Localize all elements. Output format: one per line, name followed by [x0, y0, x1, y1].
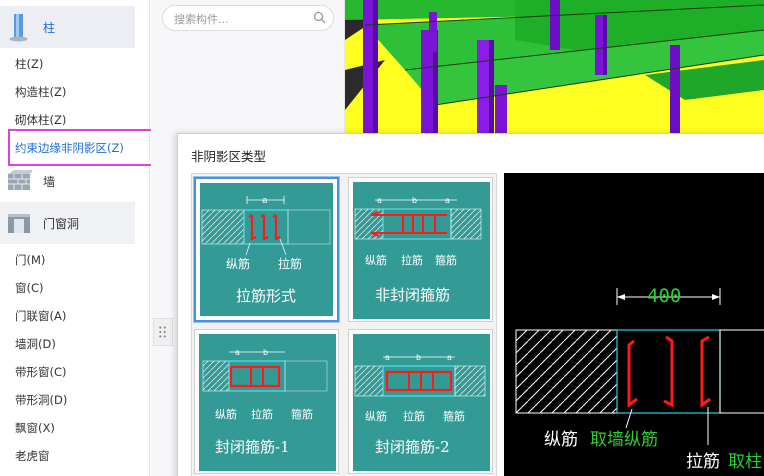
sidebar-item-strip-opening[interactable]: 带形洞(D)	[15, 392, 67, 408]
column-icon	[9, 14, 28, 42]
sidebar-item-strip-window[interactable]: 带形窗(C)	[15, 364, 67, 380]
type-options-grid: a 纵筋 拉筋 拉筋形式 a b a 纵筋 拉筋 箍筋 非封闭箍筋 a b 纵筋…	[191, 173, 497, 476]
search-icon[interactable]	[313, 11, 326, 24]
category-column[interactable]: 柱	[0, 6, 135, 48]
label-longitudinal-bar: 纵筋	[365, 253, 387, 267]
sidebar-item-construction-column[interactable]: 构造柱(Z)	[15, 84, 66, 100]
label-tie-bar: 拉筋	[251, 407, 273, 421]
preview-label-column-bar: 取柱	[728, 452, 762, 472]
dim-a-right: a	[445, 196, 450, 205]
label-tie-bar: 拉筋	[403, 409, 425, 423]
label-tie-bar: 拉筋	[401, 253, 423, 267]
category-label: 柱	[43, 20, 56, 35]
closed-stirrup-1-diagram: a b 纵筋 拉筋 箍筋 封闭箍筋-1	[199, 334, 336, 471]
option-closed-stirrup-2[interactable]: a b a 纵筋 拉筋 箍筋 封闭箍筋-2	[348, 329, 493, 474]
preview-panel: 400 纵筋 取墙纵筋 拉筋 取柱	[504, 173, 764, 476]
dim-a-right: a	[447, 353, 452, 362]
dim-b: b	[263, 348, 268, 357]
option-closed-stirrup-1[interactable]: a b 纵筋 拉筋 箍筋 封闭箍筋-1	[194, 329, 339, 474]
closed-stirrup-2-diagram: a b a 纵筋 拉筋 箍筋 封闭箍筋-2	[353, 334, 490, 471]
label-longitudinal-bar: 纵筋	[365, 409, 387, 423]
category-label: 墙	[43, 174, 56, 189]
tie-bar-diagram: a 纵筋 拉筋 拉筋形式	[200, 183, 333, 316]
sidebar-item-door-window[interactable]: 门联窗(A)	[15, 308, 66, 324]
label-tie-bar: 拉筋	[278, 256, 302, 271]
category-door-window[interactable]: 门窗洞	[0, 202, 135, 244]
option-caption: 封闭箍筋-1	[215, 438, 290, 456]
category-wall[interactable]: 墙	[0, 160, 135, 202]
sidebar-item-column[interactable]: 柱(Z)	[15, 56, 43, 72]
sidebar-item-dormer-window[interactable]: 老虎窗	[15, 448, 50, 464]
option-caption: 拉筋形式	[236, 287, 296, 305]
preview-label-longitudinal: 纵筋	[544, 430, 578, 450]
3d-model-scene	[345, 0, 764, 134]
search-placeholder: 搜索构件...	[174, 13, 229, 26]
option-tie-bar-form[interactable]: a 纵筋 拉筋 拉筋形式	[194, 177, 339, 322]
label-stirrup: 箍筋	[291, 407, 313, 421]
svg-text:a: a	[262, 196, 268, 206]
component-sidebar: 柱 柱(Z) 构造柱(Z) 砌体柱(Z) 约束边缘非阴影区(Z) 墙 门窗洞 门…	[0, 0, 153, 476]
app-window: 柱 柱(Z) 构造柱(Z) 砌体柱(Z) 约束边缘非阴影区(Z) 墙 门窗洞 门…	[0, 0, 764, 476]
dim-a-left: a	[377, 196, 382, 205]
label-stirrup: 箍筋	[443, 409, 465, 423]
door-window-icon	[8, 214, 30, 233]
search-input[interactable]: 搜索构件...	[162, 5, 334, 31]
drag-handle-icon[interactable]	[153, 318, 173, 346]
wall-icon	[8, 170, 32, 190]
dialog-title: 非阴影区类型	[191, 149, 267, 164]
option-open-stirrup[interactable]: a b a 纵筋 拉筋 箍筋 非封闭箍筋	[348, 177, 493, 322]
preview-label-wall-bar: 取墙纵筋	[590, 430, 658, 450]
sidebar-item-bay-window[interactable]: 飘窗(X)	[15, 420, 55, 436]
label-stirrup: 箍筋	[435, 253, 457, 267]
category-label: 门窗洞	[43, 216, 80, 231]
non-shadow-type-dialog: 非阴影区类型 a 纵筋 拉筋 拉筋形式 a b a 纵筋 拉筋 箍筋 非封闭箍筋…	[177, 133, 764, 476]
option-caption: 非封闭箍筋	[375, 286, 450, 304]
dim-a: a	[235, 348, 240, 357]
preview-label-tie: 拉筋	[686, 452, 720, 472]
preview-dimension: 400	[647, 285, 682, 307]
sidebar-item-door[interactable]: 门(M)	[15, 252, 45, 268]
option-caption: 封闭箍筋-2	[375, 438, 450, 456]
label-longitudinal-bar: 纵筋	[215, 407, 237, 421]
dim-b: b	[416, 353, 421, 362]
sidebar-item-wall-opening[interactable]: 墙洞(D)	[15, 336, 56, 352]
dim-b: b	[412, 196, 417, 205]
sidebar-item-window[interactable]: 窗(C)	[15, 280, 44, 296]
label-longitudinal-bar: 纵筋	[226, 256, 250, 271]
sidebar-item-masonry-column[interactable]: 砌体柱(Z)	[15, 112, 66, 128]
dim-a-left: a	[385, 353, 390, 362]
open-stirrup-diagram: a b a 纵筋 拉筋 箍筋 非封闭箍筋	[353, 182, 490, 319]
3d-viewport[interactable]	[345, 0, 764, 134]
